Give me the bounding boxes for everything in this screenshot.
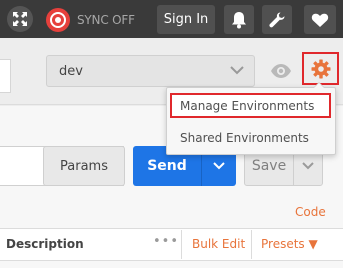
environment-select[interactable]: dev <box>46 55 255 87</box>
code-link[interactable]: Code <box>295 205 326 219</box>
menu-item-shared-environments[interactable]: Shared Environments <box>180 128 309 148</box>
caret-down-icon <box>302 162 314 170</box>
eye-icon[interactable] <box>270 63 292 79</box>
menu-item-manage-environments[interactable]: Manage Environments <box>170 93 331 118</box>
sync-label: SYNC OFF <box>77 12 135 27</box>
params-button[interactable]: Params <box>43 146 125 186</box>
bulk-edit-link[interactable]: Bulk Edit <box>192 237 245 251</box>
chevron-down-icon <box>230 66 244 75</box>
presets-dropdown[interactable]: Presets ▼ <box>261 237 318 251</box>
request-tab-edge[interactable] <box>0 59 11 93</box>
wrench-icon <box>269 12 285 27</box>
sign-in-button[interactable]: Sign In <box>157 5 215 34</box>
gear-icon <box>311 59 330 78</box>
more-options-icon[interactable]: ••• <box>153 234 179 249</box>
environment-selected-value: dev <box>59 63 83 79</box>
environment-settings-button[interactable] <box>302 52 339 85</box>
description-column-header: Description <box>6 237 84 251</box>
settings-wrench-button[interactable] <box>262 5 292 34</box>
heart-icon <box>311 13 329 27</box>
divider <box>181 230 182 259</box>
caret-down-icon <box>213 162 225 170</box>
notifications-button[interactable] <box>224 5 254 34</box>
expand-icon[interactable] <box>7 6 33 32</box>
sync-icon <box>46 7 70 32</box>
environment-settings-menu: Manage Environments Shared Environments <box>166 82 336 155</box>
sync-status[interactable]: SYNC OFF <box>46 7 146 32</box>
divider <box>251 230 252 259</box>
favorites-button[interactable] <box>304 5 336 34</box>
bell-icon <box>232 11 246 28</box>
